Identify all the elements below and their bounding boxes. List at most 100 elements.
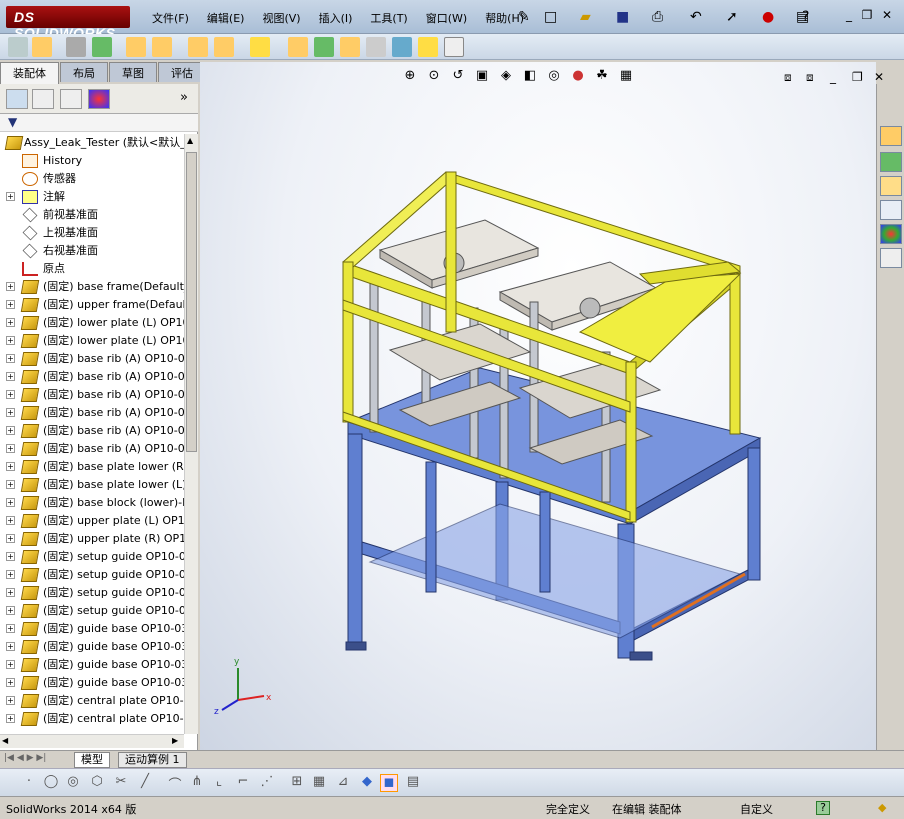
line-icon[interactable]: ╱ (136, 774, 154, 792)
tree-item[interactable]: + (固定) base frame(Default_A (0, 278, 184, 296)
feature-manager-tab-icon[interactable] (6, 89, 28, 109)
tab-evaluate[interactable]: 评估 (158, 62, 206, 82)
expand-plus-icon[interactable]: + (6, 624, 15, 633)
assembly-model-view[interactable]: y x z (200, 62, 876, 750)
tree-item[interactable]: + (固定) setup guide OP10-033 (0, 602, 184, 620)
new-motion-study-icon[interactable] (288, 37, 308, 57)
custom-properties-icon[interactable] (880, 248, 902, 268)
tree-item[interactable]: + (固定) base rib (A) OP10-018 (0, 368, 184, 386)
expand-plus-icon[interactable]: + (6, 606, 15, 615)
exploded-view-icon[interactable] (340, 37, 360, 57)
tab-layout[interactable]: 布局 (60, 62, 108, 82)
expand-plus-icon[interactable]: + (6, 408, 15, 417)
smart-fasteners-icon[interactable] (126, 37, 146, 57)
point-icon[interactable]: · (20, 774, 38, 792)
expand-plus-icon[interactable]: + (6, 192, 15, 201)
fillet-icon[interactable]: ⌞ (210, 774, 228, 792)
expand-plus-icon[interactable]: + (6, 372, 15, 381)
corner-rectangle-icon[interactable]: ⌐ (234, 774, 252, 792)
restore-window-icon[interactable]: ❐ (858, 8, 876, 24)
expand-plus-icon[interactable]: + (6, 462, 15, 471)
linear-pattern-sketch-icon[interactable]: ⊞ (288, 774, 306, 792)
tree-item[interactable]: + (固定) guide base OP10-031 (0, 638, 184, 656)
more-tabs-chevron-icon[interactable]: » (180, 90, 188, 105)
explode-line-sketch-icon[interactable] (366, 37, 386, 57)
filter-funnel-icon[interactable]: ▼ (8, 115, 17, 129)
scroll-left-icon[interactable]: ◀ (2, 736, 8, 745)
tree-item[interactable]: + (固定) base rib (A) OP10-018 (0, 386, 184, 404)
grid-icon[interactable]: ▦ (310, 774, 328, 792)
smart-dimension-icon[interactable]: ⋰ (258, 774, 276, 792)
expand-plus-icon[interactable]: + (6, 660, 15, 669)
tab-nav-first-icon[interactable]: |◀ ◀ ▶ ▶| (4, 753, 46, 763)
expand-plus-icon[interactable]: + (6, 444, 15, 453)
expand-plus-icon[interactable]: + (6, 552, 15, 561)
tab-sketch[interactable]: 草图 (109, 62, 157, 82)
select-pointer-icon[interactable]: ➚ (726, 7, 738, 27)
scroll-up-icon[interactable]: ▲ (187, 136, 193, 145)
tree-item[interactable]: + (固定) guide base OP10-031 (0, 620, 184, 638)
relations-icon[interactable]: ⊿ (334, 774, 352, 792)
tag-icon[interactable]: ◆ (878, 801, 886, 814)
expand-plus-icon[interactable]: + (6, 570, 15, 579)
configuration-manager-tab-icon[interactable] (60, 89, 82, 109)
tree-item[interactable]: 上视基准面 (0, 224, 184, 242)
trim-icon[interactable]: ✂ (112, 774, 130, 792)
insert-component-icon[interactable] (8, 37, 28, 57)
tree-item[interactable]: + (固定) setup guide OP10-033 (0, 548, 184, 566)
menu-insert[interactable]: 插入(I) (319, 10, 353, 26)
expand-plus-icon[interactable]: + (6, 282, 15, 291)
tree-item[interactable]: + (固定) upper frame(Default_ (0, 296, 184, 314)
tree-item[interactable]: + (固定) base rib (A) OP10-018 (0, 404, 184, 422)
instant3d-icon[interactable] (418, 37, 438, 57)
tab-model[interactable]: 模型 (74, 752, 110, 768)
tree-scroll-thumb[interactable] (186, 152, 197, 452)
menu-view[interactable]: 视图(V) (262, 10, 300, 26)
new-part-icon[interactable] (32, 37, 52, 57)
display-manager-tab-icon[interactable] (88, 89, 110, 109)
appearances-scenes-icon[interactable] (880, 224, 902, 244)
expand-plus-icon[interactable]: + (6, 588, 15, 597)
expand-plus-icon[interactable]: + (6, 390, 15, 399)
close-window-icon[interactable]: ✕ (878, 8, 896, 24)
tree-root[interactable]: Assy_Leak_Tester (默认<默认_ (0, 134, 184, 152)
tree-item[interactable]: + (固定) upper plate (R) OP10 (0, 530, 184, 548)
solidworks-logo[interactable]: DS SOLIDWORKS (6, 6, 130, 41)
tree-item[interactable]: + (固定) guide base OP10-031 (0, 674, 184, 692)
mate-icon[interactable] (66, 37, 86, 57)
shaded-icon[interactable]: ◆ (358, 774, 376, 792)
tree-item[interactable]: + (固定) base plate lower (L) C (0, 476, 184, 494)
tree-item[interactable]: 传感器 (0, 170, 184, 188)
mirror-icon[interactable]: ⋔ (188, 774, 206, 792)
expand-plus-icon[interactable]: + (6, 714, 15, 723)
rebuild-traffic-light-icon[interactable]: ● (762, 7, 774, 27)
tree-item[interactable]: 前视基准面 (0, 206, 184, 224)
assembly-features-icon[interactable] (214, 37, 234, 57)
menu-file[interactable]: 文件(F) (152, 10, 189, 26)
help-icon[interactable]: ? (816, 801, 830, 815)
new-document-icon[interactable]: □ (544, 7, 557, 27)
scroll-right-icon[interactable]: ▶ (172, 736, 178, 745)
menu-edit[interactable]: 编辑(E) (207, 10, 245, 26)
expand-plus-icon[interactable]: + (6, 300, 15, 309)
tree-item[interactable]: + (固定) setup guide OP10-033 (0, 584, 184, 602)
save-icon[interactable]: ■ (616, 7, 629, 27)
tree-item[interactable]: 右视基准面 (0, 242, 184, 260)
expand-plus-icon[interactable]: + (6, 426, 15, 435)
expand-plus-icon[interactable]: + (6, 498, 15, 507)
tree-item[interactable]: + (固定) base plate lower (R) C (0, 458, 184, 476)
undo-icon[interactable]: ↶ (690, 7, 702, 27)
tree-item[interactable]: + (固定) central plate OP10-02 (0, 710, 184, 728)
expand-plus-icon[interactable]: + (6, 516, 15, 525)
tree-item[interactable]: + 注解 (0, 188, 184, 206)
tree-item[interactable]: + (固定) base rib (A) OP10-018 (0, 422, 184, 440)
status-units[interactable]: 自定义 (740, 801, 773, 817)
expand-plus-icon[interactable]: + (6, 534, 15, 543)
tree-item[interactable]: + (固定) base block (lower)-L C (0, 494, 184, 512)
bill-of-materials-icon[interactable] (314, 37, 334, 57)
expand-plus-icon[interactable]: + (6, 696, 15, 705)
offset-icon[interactable]: ⌒ (166, 774, 184, 793)
show-hidden-icon[interactable] (188, 37, 208, 57)
file-explorer-icon[interactable] (880, 176, 902, 196)
tree-item[interactable]: 原点 (0, 260, 184, 278)
